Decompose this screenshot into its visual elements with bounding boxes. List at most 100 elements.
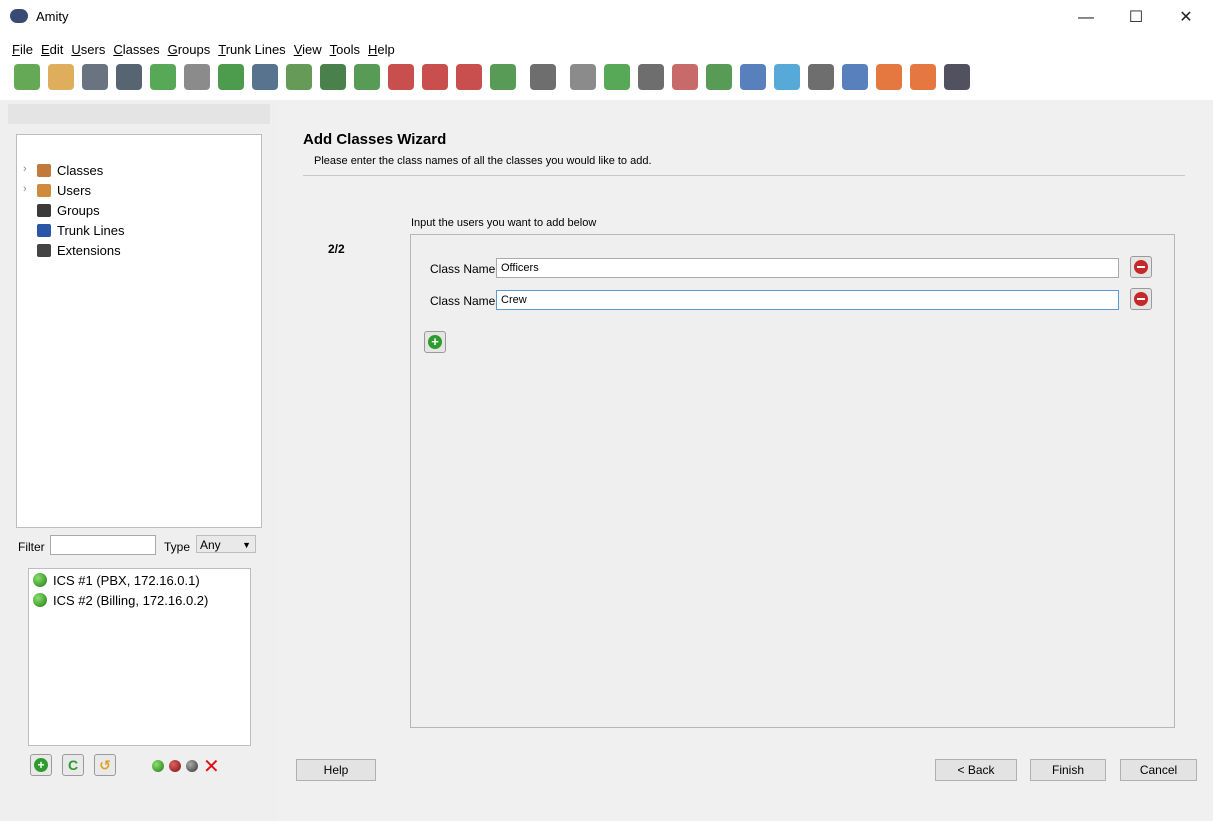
tree-item-classes[interactable]: › Classes	[23, 163, 104, 181]
wizard-divider	[303, 175, 1185, 176]
server-item[interactable]: ICS #1 (PBX, 172.16.0.1)	[33, 573, 200, 591]
tree-item-label: Classes	[57, 163, 104, 178]
minimize-button[interactable]: —	[1070, 6, 1102, 30]
remove-icon	[1134, 260, 1148, 274]
wizard-title: Add Classes Wizard	[303, 131, 447, 148]
app-icon	[10, 9, 28, 23]
status-online-icon	[33, 593, 47, 607]
status-grey-icon	[186, 760, 198, 772]
plus-icon: +	[34, 758, 48, 772]
add-line-icon[interactable]	[604, 64, 630, 90]
close-button[interactable]: ✕	[1170, 6, 1202, 30]
new-icon[interactable]	[14, 64, 40, 90]
disc-icon[interactable]	[672, 64, 698, 90]
navigation-tree: › Classes › Users Groups Trunk Lines Extension…	[16, 134, 262, 528]
title-bar	[0, 0, 1213, 36]
refresh-button[interactable]: C	[62, 754, 84, 776]
menu-file[interactable]: File	[12, 42, 33, 57]
remove-class-button[interactable]	[1130, 256, 1152, 278]
tree-item-label: Users	[57, 183, 91, 198]
export-icon[interactable]	[150, 64, 176, 90]
add-extension-icon[interactable]	[252, 64, 278, 90]
filter-label: Filter	[18, 540, 45, 554]
step-indicator: 2/2	[328, 242, 345, 256]
user-icon	[37, 184, 51, 197]
volume-icon[interactable]	[388, 64, 414, 90]
menu-groups[interactable]: Groups	[168, 42, 211, 57]
help-button[interactable]: Help	[296, 759, 376, 781]
tree-item-groups[interactable]: Groups	[37, 203, 100, 221]
mute-icon[interactable]	[422, 64, 448, 90]
add-server-button[interactable]: +	[30, 754, 52, 776]
menu-classes[interactable]: Classes	[113, 42, 159, 57]
extensions-icon	[37, 244, 51, 257]
forward-arrow-icon[interactable]	[910, 64, 936, 90]
add-user-icon[interactable]	[218, 64, 244, 90]
type-select-value: Any	[200, 538, 221, 552]
classes-icon	[37, 164, 51, 177]
back-button[interactable]: < Back	[935, 759, 1017, 781]
type-select[interactable]: Any ▼	[196, 535, 256, 553]
add-call-icon[interactable]	[354, 64, 380, 90]
plus-icon: +	[428, 335, 442, 349]
server-label: ICS #1 (PBX, 172.16.0.1)	[53, 573, 200, 588]
input-hint: Input the users you want to add below	[411, 217, 597, 229]
tree-item-trunk-lines[interactable]: Trunk Lines	[37, 223, 124, 241]
menu-bar: File Edit Users Classes Groups Trunk Lines Vie…	[12, 42, 403, 60]
back-arrow-icon[interactable]	[876, 64, 902, 90]
server-item[interactable]: ICS #2 (Billing, 172.16.0.2)	[33, 593, 208, 611]
server-list: ICS #1 (PBX, 172.16.0.1) ICS #2 (Billing,…	[28, 568, 251, 746]
globe-icon[interactable]	[842, 64, 868, 90]
status-online-icon	[33, 573, 47, 587]
server-label: ICS #2 (Billing, 172.16.0.2)	[53, 593, 209, 608]
finish-button[interactable]: Finish	[1030, 759, 1106, 781]
menu-users[interactable]: Users	[71, 42, 105, 57]
chevron-down-icon: ▼	[242, 540, 251, 550]
class-name-input[interactable]: Crew	[496, 290, 1119, 310]
print-icon[interactable]	[184, 64, 210, 90]
menu-tools[interactable]: Tools	[330, 42, 360, 57]
class-name-label: Class Name	[430, 262, 496, 276]
tools-icon[interactable]	[808, 64, 834, 90]
window-title: Amity	[36, 9, 69, 24]
upload-icon[interactable]	[774, 64, 800, 90]
wizard-subtitle: Please enter the class names of all the …	[314, 155, 652, 167]
class-name-label: Class Name	[430, 294, 496, 308]
save-icon[interactable]	[82, 64, 108, 90]
settings-small-icon[interactable]	[570, 64, 596, 90]
expand-arrow-icon[interactable]: ›	[23, 183, 27, 195]
menu-edit[interactable]: Edit	[41, 42, 63, 57]
class-name-input[interactable]: Officers	[496, 258, 1119, 278]
remove-icon	[1134, 292, 1148, 306]
add-class-icon[interactable]	[286, 64, 312, 90]
status-green-icon	[152, 760, 164, 772]
undo-button[interactable]: ↺	[94, 754, 116, 776]
connect-icon[interactable]	[740, 64, 766, 90]
trunk-lines-icon	[37, 224, 51, 237]
groups-icon	[37, 204, 51, 217]
fax-icon[interactable]	[530, 64, 556, 90]
alarm-icon[interactable]	[456, 64, 482, 90]
gear-icon[interactable]	[638, 64, 664, 90]
add-member-icon[interactable]	[490, 64, 516, 90]
maximize-button[interactable]: ☐	[1120, 6, 1152, 30]
menu-trunk-lines[interactable]: Trunk Lines	[218, 42, 285, 57]
add-group-icon[interactable]	[320, 64, 346, 90]
menu-view[interactable]: View	[294, 42, 322, 57]
expand-arrow-icon[interactable]: ›	[23, 163, 27, 175]
tree-item-label: Groups	[57, 203, 100, 218]
user-group-icon[interactable]	[706, 64, 732, 90]
sidebar-header	[8, 104, 270, 124]
tree-item-extensions[interactable]: Extensions	[37, 243, 121, 261]
cancel-button[interactable]: Cancel	[1120, 759, 1197, 781]
filter-input[interactable]	[50, 535, 156, 555]
save-as-icon[interactable]	[116, 64, 142, 90]
menu-help[interactable]: Help	[368, 42, 395, 57]
tree-item-users[interactable]: › Users	[23, 183, 91, 201]
add-class-button[interactable]: +	[424, 331, 446, 353]
server-icon[interactable]	[944, 64, 970, 90]
tree-item-label: Trunk Lines	[57, 223, 125, 238]
open-icon[interactable]	[48, 64, 74, 90]
disconnect-icon[interactable]: ✕	[203, 754, 220, 779]
remove-class-button[interactable]	[1130, 288, 1152, 310]
